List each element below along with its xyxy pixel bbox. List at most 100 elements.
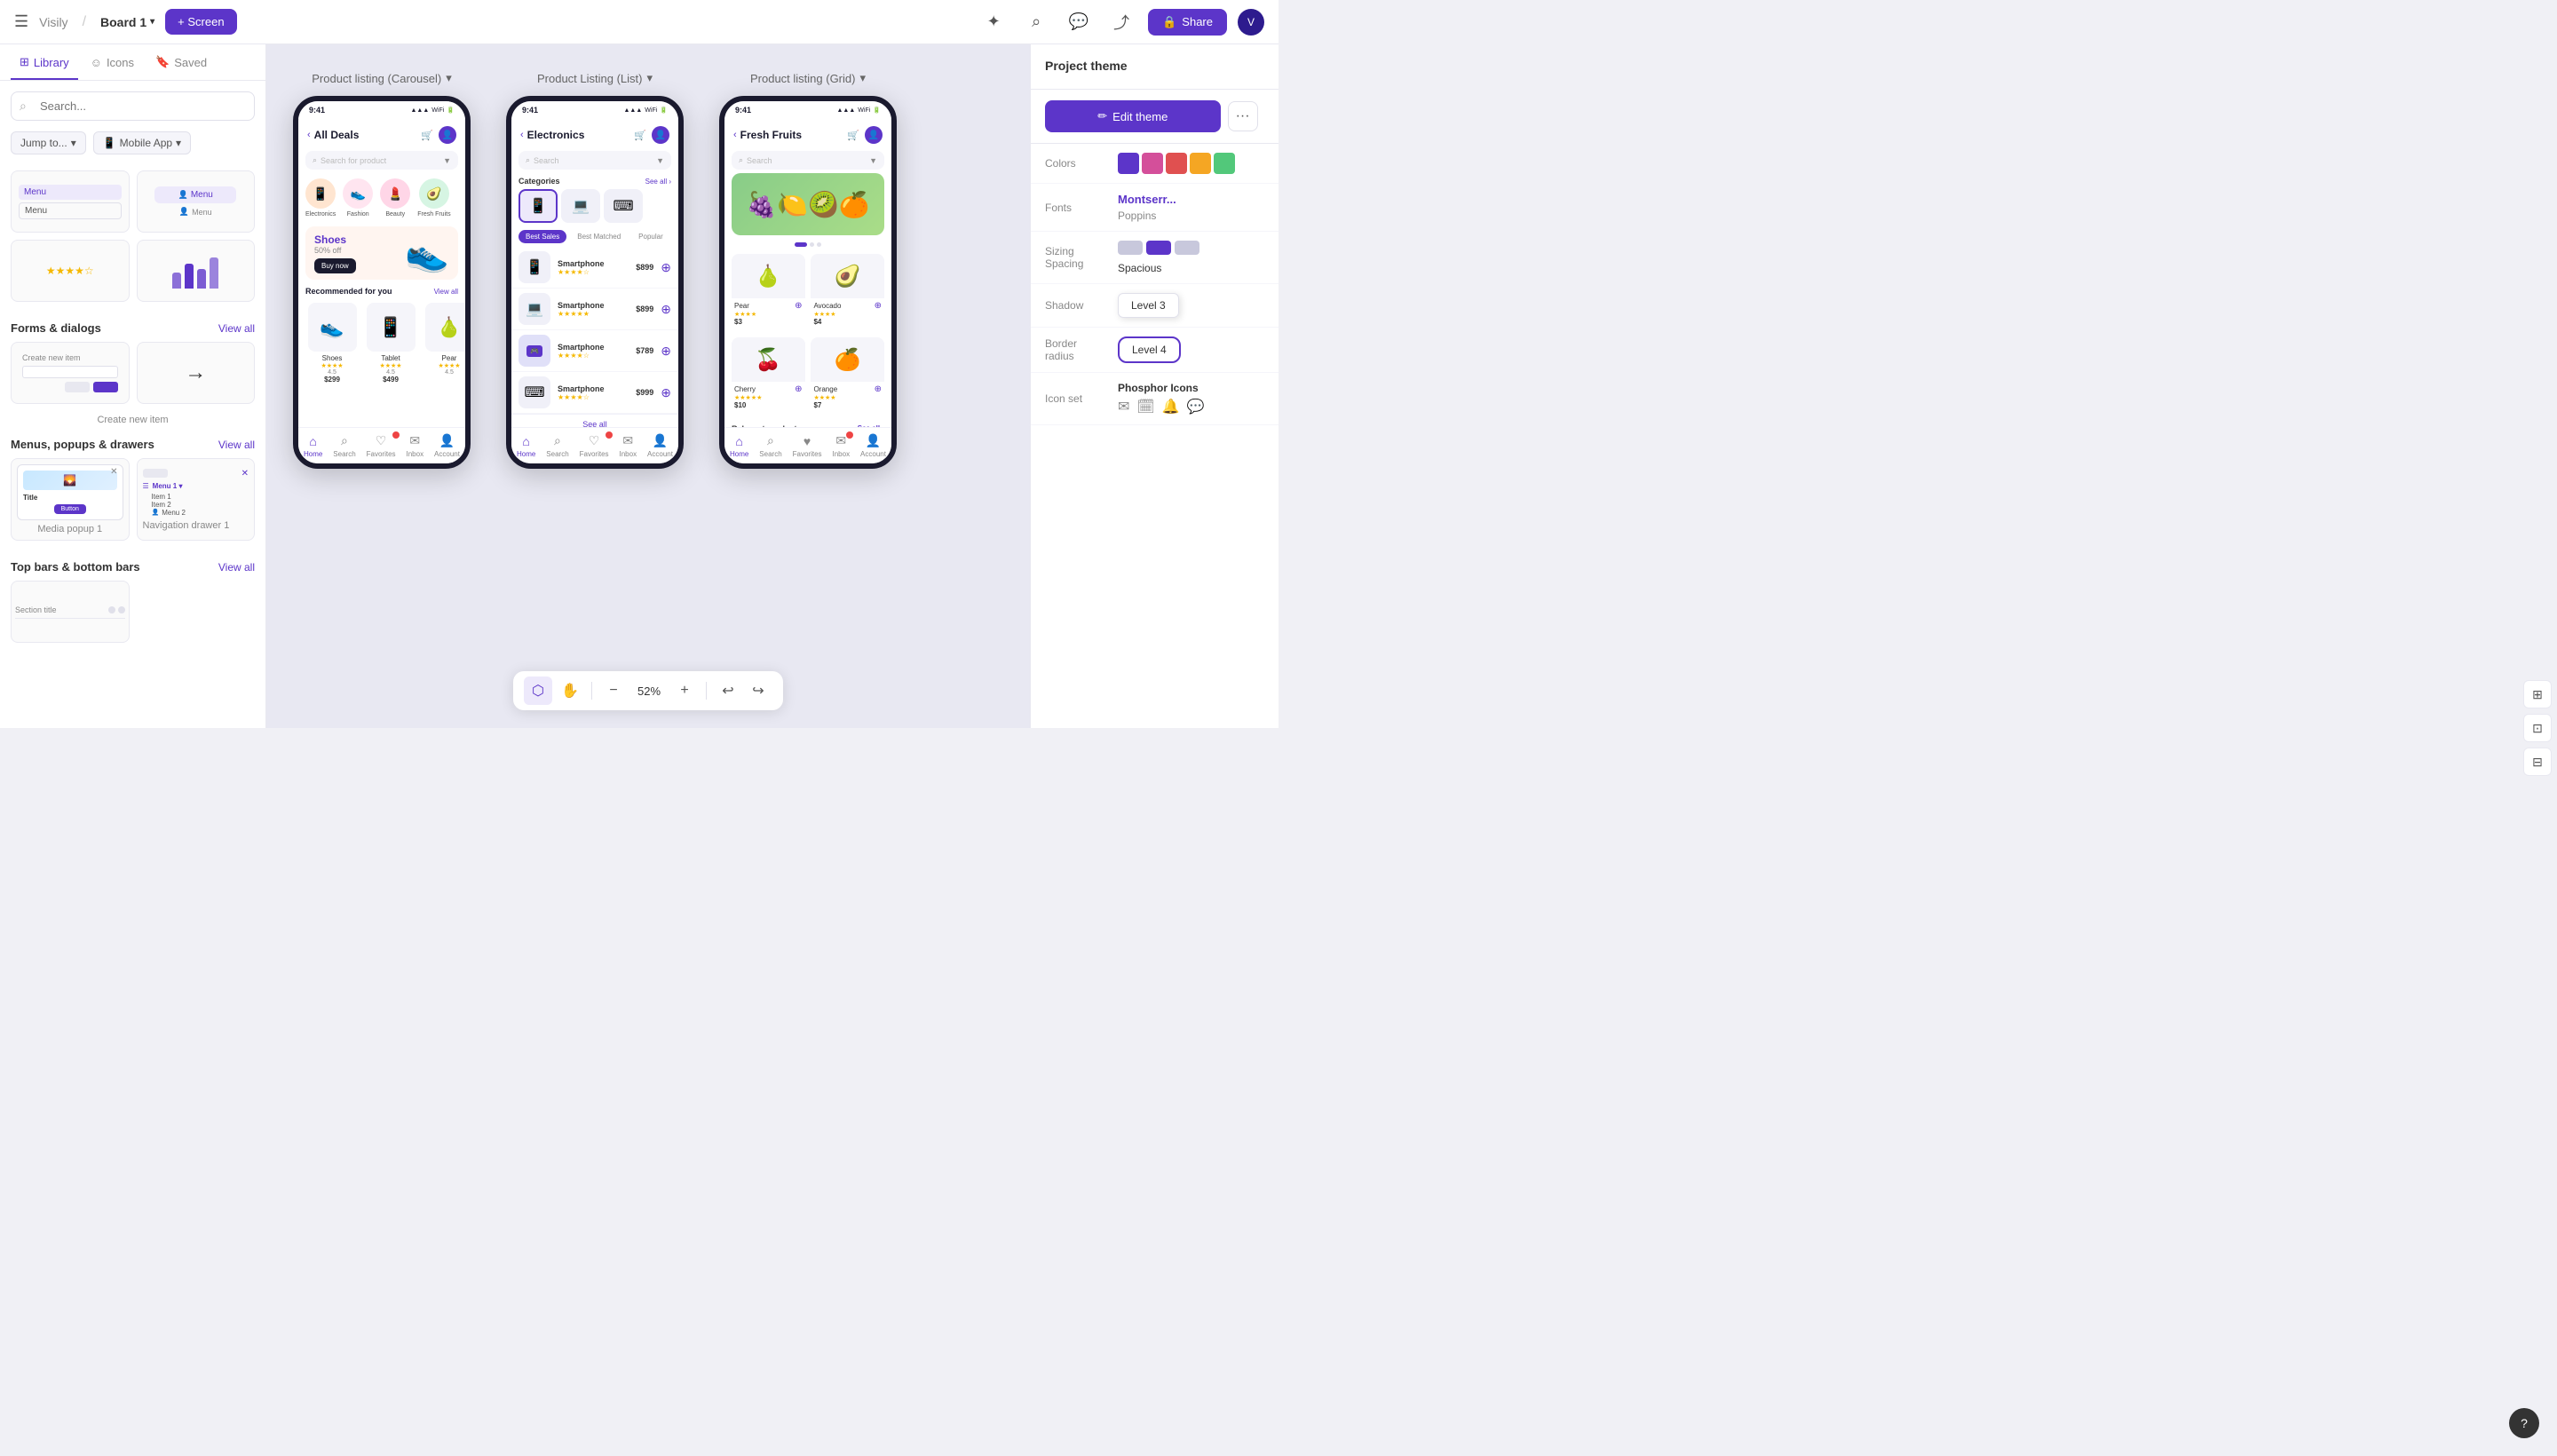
add-icon-4[interactable]: ⊕ (661, 385, 671, 400)
rec-product-tablet[interactable]: 📱 Tablet ★★★★ 4.5 $499 (364, 303, 417, 384)
phone1-scroll[interactable]: ‹ All Deals 🛒 👤 ⌕ Search for product (298, 119, 465, 427)
phone2-search[interactable]: ⌕ Search ▼ (519, 151, 671, 170)
tab-library[interactable]: ⊞ Library (11, 44, 78, 80)
color-swatch-2[interactable] (1142, 153, 1163, 174)
add-icon-2[interactable]: ⊕ (661, 302, 671, 317)
zoom-level[interactable]: 52% (631, 684, 667, 698)
orange-add-icon[interactable]: ⊕ (875, 384, 882, 394)
phone3-scroll[interactable]: ‹ Fresh Fruits 🛒 👤 ⌕ Search (724, 119, 891, 427)
list-item-4[interactable]: ⌨ Smartphone ★★★★☆ $999 ⊕ (511, 372, 678, 414)
forms-view-all[interactable]: View all (218, 322, 255, 335)
bottom-nav-favorites-3[interactable]: ♥ Favorites (793, 434, 822, 458)
bottom-nav-home-1[interactable]: ⌂ Home (304, 434, 322, 458)
tab-saved[interactable]: 🔖 Saved (146, 44, 216, 80)
help-button[interactable]: ? (2509, 1408, 2539, 1438)
rec-product-shoes[interactable]: 👟 Shoes ★★★★ 4.5 $299 (305, 303, 359, 384)
edge-btn-layout[interactable]: ⊡ (2523, 714, 2552, 742)
export-icon-btn[interactable]: ⤴ (1105, 6, 1137, 38)
bottom-nav-account-2[interactable]: 👤 Account (647, 433, 673, 458)
bottom-nav-account-1[interactable]: 👤 Account (434, 433, 460, 458)
color-swatch-1[interactable] (1118, 153, 1139, 174)
hand-tool[interactable]: ✋ (556, 677, 584, 705)
see-all-btn[interactable]: See all (511, 414, 678, 427)
sidebar-content: Menu Menu 👤 Menu 👤 Menu ★★★ (0, 163, 265, 728)
category-beauty[interactable]: 💄 Beauty (380, 178, 410, 218)
bottom-nav-account-3[interactable]: 👤 Account (860, 433, 886, 458)
shadow-box[interactable]: Level 3 (1118, 293, 1179, 318)
edge-btn-grid[interactable]: ⊞ (2523, 680, 2552, 708)
bottom-nav-search-1[interactable]: ⌕ Search (333, 433, 355, 458)
menu-preview-1[interactable]: Menu Menu (11, 170, 130, 233)
add-screen-button[interactable]: + Screen (165, 9, 236, 35)
bottom-nav-home-2[interactable]: ⌂ Home (517, 434, 535, 458)
edge-btn-sliders[interactable]: ⊟ (2523, 748, 2552, 776)
form-preview[interactable]: Create new item 👟 (11, 342, 130, 404)
tab-icons[interactable]: ☺ Icons (82, 44, 143, 80)
add-icon-3[interactable]: ⊕ (661, 344, 671, 359)
category-fashion[interactable]: 👟 Fashion (343, 178, 373, 218)
bottom-nav-inbox-1[interactable]: ✉ Inbox (407, 433, 424, 458)
tab-popular[interactable]: Popular (631, 230, 670, 243)
pointer-tool[interactable]: ⬡ (524, 677, 552, 705)
zoom-in-btn[interactable]: + (670, 677, 699, 705)
add-icon-1[interactable]: ⊕ (661, 260, 671, 275)
magic-icon-btn[interactable]: ✦ (978, 6, 1009, 38)
device-selector[interactable]: 📱 Mobile App ▾ (93, 131, 191, 154)
hamburger-icon[interactable]: ☰ (14, 12, 28, 31)
grid-product-orange[interactable]: 🍊 Orange ⊕ ★★★★ $7 (811, 337, 884, 412)
list-item-3[interactable]: 🎮 Smartphone ★★★★☆ $789 ⊕ (511, 330, 678, 372)
drawer-preview[interactable]: ✕ ☰ Menu 1 ▾ Item 1 Item 2 👤 Menu 2 Navi… (137, 458, 256, 541)
zoom-out-btn[interactable]: − (599, 677, 628, 705)
bottom-nav-search-3[interactable]: ⌕ Search (759, 433, 781, 458)
list-item-2[interactable]: 💻 Smartphone ★★★★★ $899 ⊕ (511, 289, 678, 330)
stars-preview[interactable]: ★★★★☆ (11, 240, 130, 302)
canvas-area[interactable]: Product listing (Carousel) ▾ 9:41 ▲▲▲WiF… (266, 44, 1030, 728)
grid-product-avocado[interactable]: 🥑 Avocado ⊕ ★★★★ $4 (811, 254, 884, 328)
grid-product-pear[interactable]: 🍐 Pear ⊕ ★★★★ $3 (732, 254, 805, 328)
color-swatch-4[interactable] (1190, 153, 1211, 174)
category-fresh-fruits[interactable]: 🥑 Fresh Fruits (417, 178, 450, 218)
jump-to-button[interactable]: Jump to... ▾ (11, 131, 86, 154)
share-button[interactable]: 🔒 Share (1148, 9, 1227, 36)
topbars-view-all[interactable]: View all (218, 561, 255, 574)
radius-box[interactable]: Level 4 (1118, 336, 1181, 363)
tab-best-sales[interactable]: Best Sales (519, 230, 566, 243)
bottom-nav-home-3[interactable]: ⌂ Home (730, 434, 748, 458)
undo-btn[interactable]: ↩ (714, 677, 742, 705)
edit-theme-button[interactable]: ✏ Edit theme (1045, 100, 1221, 132)
avocado-add-icon[interactable]: ⊕ (875, 301, 882, 311)
bottom-nav-favorites-1[interactable]: ♡ Favorites (367, 433, 396, 458)
arrow-preview[interactable]: → (137, 342, 256, 404)
cherry-add-icon[interactable]: ⊕ (795, 384, 802, 394)
menu-preview-2[interactable]: 👤 Menu 👤 Menu (137, 170, 256, 233)
carousel-frame-label[interactable]: Product listing (Carousel) ▾ (312, 71, 451, 85)
phone1-search[interactable]: ⌕ Search for product ▼ (305, 151, 458, 170)
bottom-nav-inbox-2[interactable]: ✉ Inbox (620, 433, 637, 458)
tab-best-matched[interactable]: Best Matched (570, 230, 628, 243)
search-input[interactable] (11, 91, 255, 121)
redo-btn[interactable]: ↪ (744, 677, 772, 705)
bottom-nav-inbox-3[interactable]: ✉ Inbox (833, 433, 851, 458)
list-frame-label[interactable]: Product Listing (List) ▾ (537, 71, 653, 85)
color-swatch-3[interactable] (1166, 153, 1187, 174)
list-item-1[interactable]: 📱 Smartphone ★★★★☆ $899 ⊕ (511, 247, 678, 289)
board-selector[interactable]: Board 1 ▾ (100, 15, 154, 29)
popup-preview[interactable]: ✕ 🌄 Title Button Media popup 1 (11, 458, 130, 541)
color-swatch-5[interactable] (1214, 153, 1235, 174)
comment-icon-btn[interactable]: 💬 (1063, 6, 1095, 38)
menus-view-all[interactable]: View all (218, 439, 255, 451)
phone3-search[interactable]: ⌕ Search ▼ (732, 151, 884, 170)
search-icon-btn[interactable]: ⌕ (1020, 6, 1052, 38)
grid-frame-label[interactable]: Product listing (Grid) ▾ (750, 71, 866, 85)
grid-product-cherry[interactable]: 🍒 Cherry ⊕ ★★★★★ $10 (732, 337, 805, 412)
rec-product-pear[interactable]: 🍐 Pear ★★★★ 4.5 (423, 303, 465, 384)
pear-add-icon[interactable]: ⊕ (795, 301, 802, 311)
bottom-nav-favorites-2[interactable]: ♡ Favorites (580, 433, 609, 458)
phone2-scroll[interactable]: ‹ Electronics 🛒 👤 ⌕ Search (511, 119, 678, 427)
more-options-button[interactable]: ··· (1228, 101, 1258, 131)
category-electronics[interactable]: 📱 Electronics (305, 178, 336, 218)
user-avatar[interactable]: V (1238, 9, 1264, 36)
topbar-preview[interactable]: Section title (11, 581, 130, 643)
bottom-nav-search-2[interactable]: ⌕ Search (546, 433, 568, 458)
bar-chart-preview[interactable] (137, 240, 256, 302)
